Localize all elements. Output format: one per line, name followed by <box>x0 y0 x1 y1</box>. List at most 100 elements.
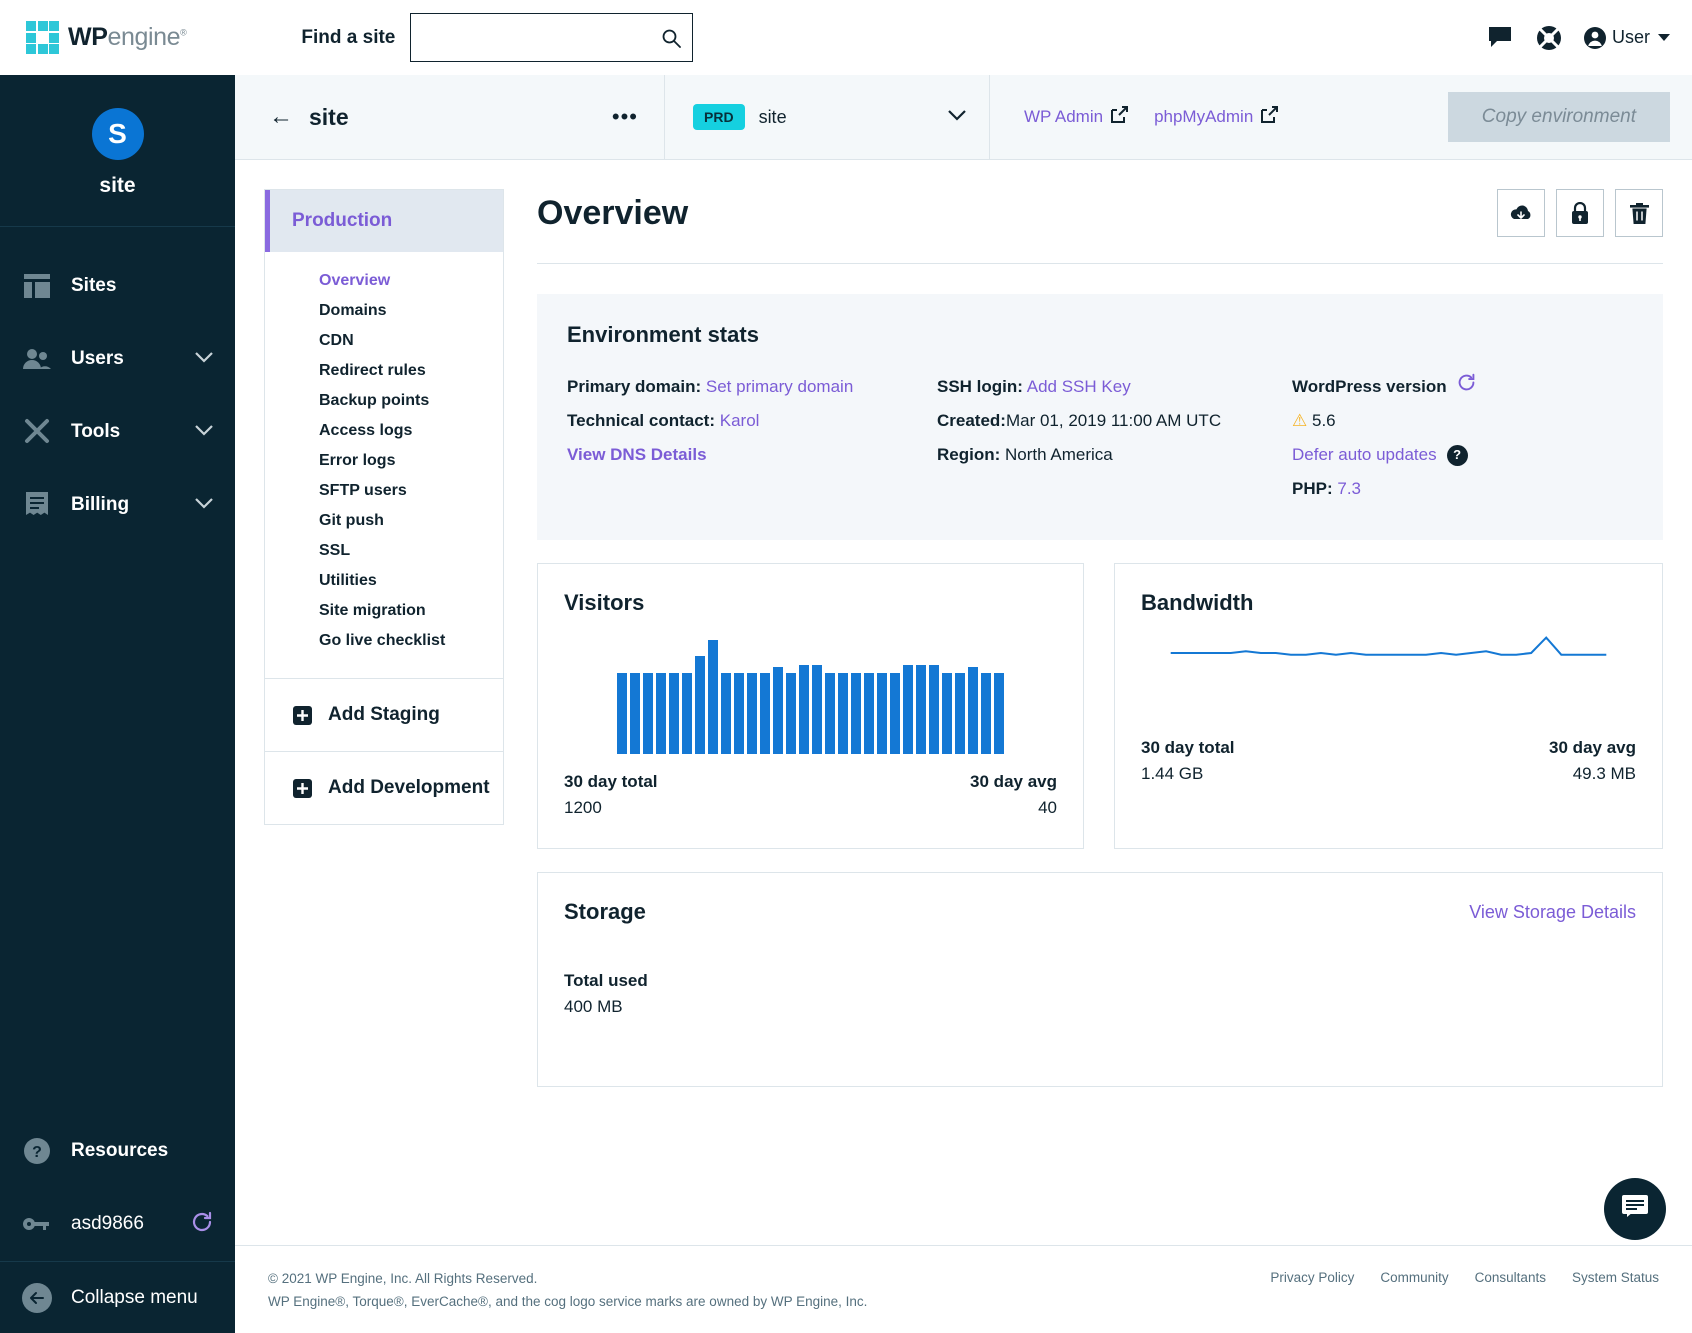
env-link-git-push[interactable]: Git push <box>319 506 503 536</box>
set-primary-domain-link[interactable]: Set primary domain <box>706 377 853 396</box>
env-link-utilities[interactable]: Utilities <box>319 566 503 596</box>
visitors-footer: 30 day total 1200 30 day avg 40 <box>564 772 1057 818</box>
view-storage-details-link[interactable]: View Storage Details <box>1469 902 1636 923</box>
bandwidth-title: Bandwidth <box>1141 590 1254 615</box>
bandwidth-chart <box>1141 616 1636 738</box>
chat-fab-button[interactable] <box>1604 1178 1666 1240</box>
env-link-overview[interactable]: Overview <box>319 266 503 296</box>
wp-engine-logo[interactable]: WPengine® <box>26 21 187 54</box>
chevron-down-icon <box>1658 34 1670 41</box>
sidebar-item-resources-label: Resources <box>71 1140 169 1161</box>
env-link-access-logs[interactable]: Access logs <box>319 416 503 446</box>
backup-icon[interactable] <box>1497 189 1545 237</box>
visitors-avg-value: 40 <box>1038 798 1057 817</box>
ellipsis-icon[interactable]: ••• <box>612 106 638 128</box>
footer-links: Privacy Policy Community Consultants Sys… <box>1270 1268 1659 1285</box>
footer-copyright-line-2: WP Engine®, Torque®, EverCache®, and the… <box>268 1293 868 1309</box>
wordpress-version-value-row: ⚠ 5.6 <box>1292 404 1633 438</box>
arrow-left-circle-icon <box>22 1282 52 1313</box>
avatar-icon <box>1583 26 1606 49</box>
search-field-wrapper[interactable] <box>410 13 694 62</box>
bandwidth-avg-label: 30 day avg <box>1549 738 1636 757</box>
main-content: ← site ••• PRD site WP Admin phpMyAdmin … <box>235 75 1692 1333</box>
bandwidth-footer: 30 day total 1.44 GB 30 day avg 49.3 MB <box>1141 738 1636 784</box>
lifebuoy-icon[interactable] <box>1536 25 1562 51</box>
visitors-bar <box>747 672 757 754</box>
refresh-icon[interactable] <box>191 1211 213 1238</box>
wp-admin-link[interactable]: WP Admin <box>1024 106 1129 128</box>
chevron-down-icon[interactable] <box>195 423 213 441</box>
sidebar: S site Sites Users Tools Billing ? Resou… <box>0 75 235 1333</box>
phpmyadmin-label: phpMyAdmin <box>1154 107 1254 126</box>
admin-links: WP Admin phpMyAdmin <box>990 75 1279 159</box>
search-icon[interactable] <box>661 28 682 48</box>
chat-icon[interactable] <box>1488 26 1514 50</box>
php-label: PHP: <box>1292 479 1333 498</box>
refresh-icon[interactable] <box>1457 370 1476 404</box>
env-link-site-migration[interactable]: Site migration <box>319 596 503 626</box>
collapse-menu-button[interactable]: Collapse menu <box>0 1261 235 1333</box>
bandwidth-total-value: 1.44 GB <box>1141 764 1204 783</box>
visitors-total-label: 30 day total <box>564 772 658 791</box>
visitors-total: 30 day total 1200 <box>564 772 658 818</box>
chevron-down-icon[interactable] <box>947 108 967 126</box>
bandwidth-card: Bandwidth 30 day total 1.44 GB 30 day av… <box>1114 563 1663 849</box>
bandwidth-avg: 30 day avg 49.3 MB <box>1549 738 1636 784</box>
add-ssh-key-link[interactable]: Add SSH Key <box>1027 377 1131 396</box>
sidebar-site-block[interactable]: S site <box>0 75 235 227</box>
sidebar-item-billing[interactable]: Billing <box>0 468 235 541</box>
copy-environment-button[interactable]: Copy environment <box>1447 92 1670 142</box>
sidebar-item-users[interactable]: Users <box>0 322 235 395</box>
footer-link-privacy-policy[interactable]: Privacy Policy <box>1270 1270 1354 1285</box>
environment-stats-col-3: WordPress version ⚠ 5.6 Defer auto updat… <box>1292 370 1633 506</box>
footer-link-system-status[interactable]: System Status <box>1572 1270 1659 1285</box>
region-label: Region: <box>937 445 1001 464</box>
sidebar-item-resources[interactable]: ? Resources <box>0 1115 235 1187</box>
sidebar-item-tools[interactable]: Tools <box>0 395 235 468</box>
ssh-login-row: SSH login: Add SSH Key <box>937 370 1292 404</box>
user-menu[interactable]: User <box>1583 26 1670 49</box>
arrow-left-icon[interactable]: ← <box>269 105 293 129</box>
env-link-backup-points[interactable]: Backup points <box>319 386 503 416</box>
view-dns-details-link[interactable]: View DNS Details <box>567 445 707 464</box>
environment-selector[interactable]: PRD site <box>665 75 990 159</box>
environment-panel-links: Overview Domains CDN Redirect rules Back… <box>265 252 503 679</box>
env-link-domains[interactable]: Domains <box>319 296 503 326</box>
env-link-redirect-rules[interactable]: Redirect rules <box>319 356 503 386</box>
phpmyadmin-link[interactable]: phpMyAdmin <box>1154 106 1279 128</box>
region-row: Region: North America <box>937 438 1292 472</box>
footer-link-consultants[interactable]: Consultants <box>1475 1270 1546 1285</box>
env-link-go-live-checklist[interactable]: Go live checklist <box>319 626 503 656</box>
visitors-total-value: 1200 <box>564 798 602 817</box>
chevron-down-icon[interactable] <box>195 350 213 368</box>
collapse-menu-label: Collapse menu <box>71 1286 198 1308</box>
environment-stats-grid: Primary domain: Set primary domain Techn… <box>567 370 1633 506</box>
trash-icon[interactable] <box>1615 189 1663 237</box>
lock-icon[interactable] <box>1556 189 1604 237</box>
sidebar-account-row[interactable]: asd9866 <box>0 1187 235 1261</box>
visitors-card: Visitors 30 day total 1200 30 day avg 40 <box>537 563 1084 849</box>
visitors-bar <box>942 672 952 754</box>
env-link-cdn[interactable]: CDN <box>319 326 503 356</box>
logo-text-bold: WP <box>68 23 108 51</box>
defer-auto-updates-link[interactable]: Defer auto updates <box>1292 438 1437 472</box>
add-staging-button[interactable]: Add Staging <box>265 679 503 752</box>
footer-link-community[interactable]: Community <box>1380 1270 1448 1285</box>
environment-panel-header[interactable]: Production <box>265 190 503 252</box>
sidebar-item-sites[interactable]: Sites <box>0 249 235 322</box>
env-link-sftp-users[interactable]: SFTP users <box>319 476 503 506</box>
technical-contact-value[interactable]: Karol <box>720 411 760 430</box>
php-value: 7.3 <box>1337 479 1361 498</box>
add-development-button[interactable]: Add Development <box>265 752 503 824</box>
chevron-down-icon[interactable] <box>195 496 213 514</box>
visitors-bar <box>786 672 796 754</box>
env-link-ssl[interactable]: SSL <box>319 536 503 566</box>
wp-admin-label: WP Admin <box>1024 107 1104 126</box>
question-mark-icon[interactable]: ? <box>1446 444 1468 466</box>
search-input[interactable] <box>411 14 693 61</box>
main-wrapper: ← site ••• PRD site WP Admin phpMyAdmin … <box>235 75 1692 1333</box>
add-development-label: Add Development <box>328 777 490 798</box>
php-row: PHP: 7.3 <box>1292 472 1633 506</box>
env-link-error-logs[interactable]: Error logs <box>319 446 503 476</box>
technical-contact-row: Technical contact: Karol <box>567 404 937 438</box>
